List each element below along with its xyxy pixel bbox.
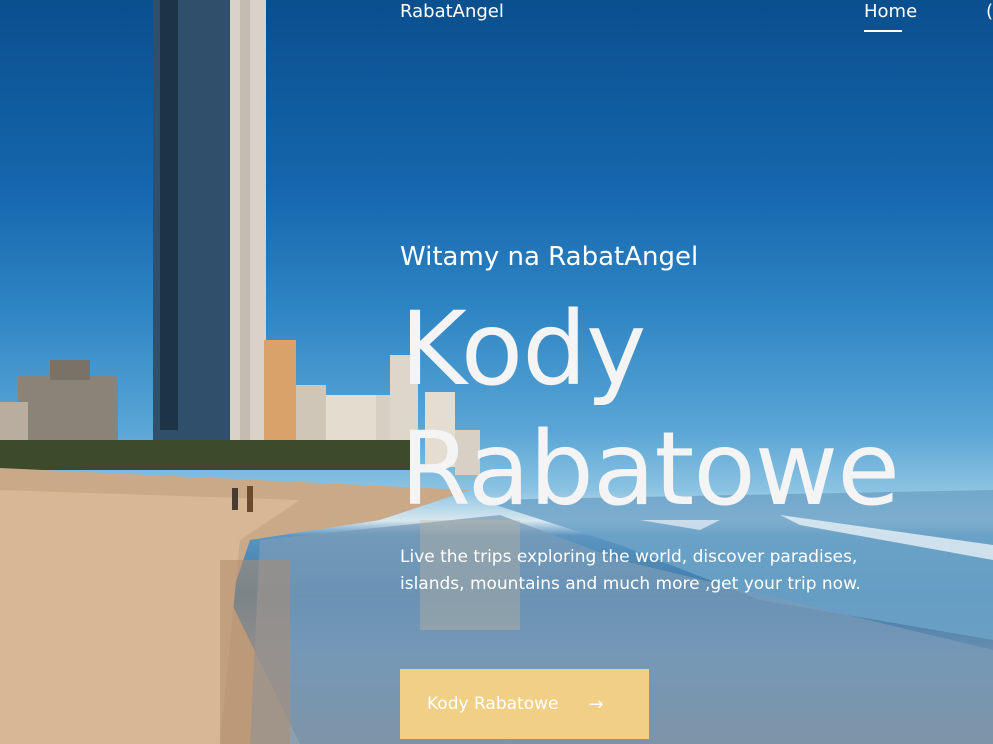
arrow-right-icon: → bbox=[588, 693, 604, 715]
nav-active-underline bbox=[864, 30, 902, 32]
cta-kody-rabatowe-button[interactable]: Kody Rabatowe → bbox=[400, 669, 649, 739]
brand-logo[interactable]: RabatAngel bbox=[400, 1, 504, 23]
hero-lead-text: Live the trips exploring the world, disc… bbox=[400, 547, 861, 594]
hero-welcome-text: Witamy na RabatAngel bbox=[400, 242, 699, 272]
nav-link-home[interactable]: Home bbox=[864, 1, 917, 23]
hero-section: RabatAngel Home ( Witamy na RabatAngel K… bbox=[0, 0, 993, 744]
cta-label: Kody Rabatowe bbox=[427, 694, 559, 714]
hero-headline: Kody Rabatowe bbox=[400, 290, 900, 529]
nav-link-partial[interactable]: ( bbox=[986, 1, 993, 23]
